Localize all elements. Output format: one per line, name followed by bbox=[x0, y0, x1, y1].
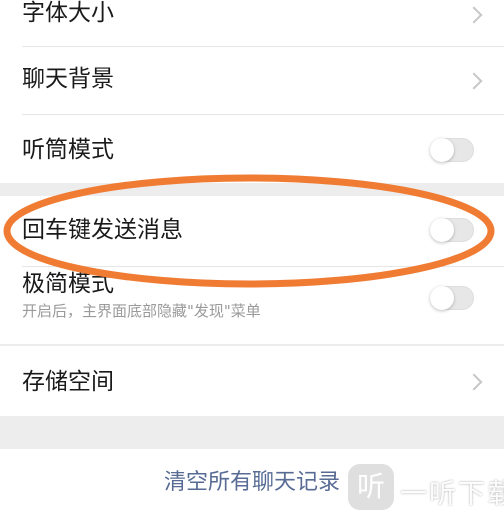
toggle-knob bbox=[430, 286, 454, 310]
settings-group-3: 存储空间 bbox=[0, 346, 504, 416]
minimal-mode-description: 开启后，主界面底部隐藏"发现"菜单 bbox=[22, 302, 261, 320]
minimal-mode-toggle[interactable] bbox=[430, 286, 474, 310]
settings-group-2: 回车键发送消息 极简模式 开启后，主界面底部隐藏"发现"菜单 bbox=[0, 196, 504, 344]
clear-chat-history-button[interactable]: 清空所有聊天记录 bbox=[0, 472, 504, 494]
font-size-label: 字体大小 bbox=[22, 0, 114, 26]
earpiece-mode-toggle[interactable] bbox=[430, 138, 474, 162]
chevron-right-icon bbox=[465, 6, 483, 24]
earpiece-mode-row: 听筒模式 bbox=[0, 115, 504, 183]
enter-to-send-label: 回车键发送消息 bbox=[22, 217, 183, 243]
storage-row[interactable]: 存储空间 bbox=[0, 346, 504, 416]
chevron-right-icon bbox=[465, 72, 483, 90]
minimal-mode-label: 极简模式 bbox=[22, 271, 114, 297]
storage-label: 存储空间 bbox=[22, 369, 114, 395]
enter-to-send-row: 回车键发送消息 bbox=[0, 196, 504, 266]
chat-background-row[interactable]: 聊天背景 bbox=[0, 47, 504, 114]
font-size-row[interactable]: 字体大小 bbox=[0, 0, 504, 46]
chat-background-label: 聊天背景 bbox=[22, 66, 114, 92]
chevron-right-icon bbox=[465, 373, 483, 391]
toggle-knob bbox=[430, 218, 454, 242]
enter-to-send-toggle[interactable] bbox=[430, 218, 474, 242]
earpiece-mode-label: 听筒模式 bbox=[22, 137, 114, 163]
toggle-knob bbox=[430, 138, 454, 162]
settings-group-1: 字体大小 聊天背景 听筒模式 bbox=[0, 0, 504, 183]
minimal-mode-row: 极简模式 开启后，主界面底部隐藏"发现"菜单 bbox=[0, 267, 504, 344]
